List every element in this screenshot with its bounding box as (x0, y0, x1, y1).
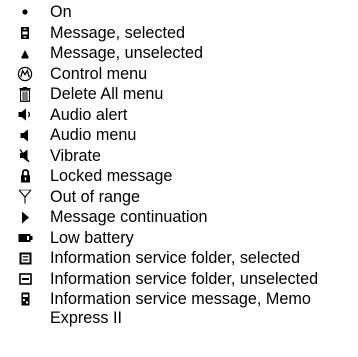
legend-row-low-battery: Low battery (0, 228, 358, 249)
legend-label: Control menu (50, 64, 148, 83)
legend-row-locked-message: Locked message (0, 166, 358, 187)
legend-label: Information service message, Memo Expres… (50, 290, 311, 327)
antenna-icon (0, 187, 50, 207)
legend-label: Message continuation (50, 208, 208, 226)
legend-row-out-of-range: Out of range (0, 187, 358, 208)
message-unselected-icon (0, 43, 50, 63)
speaker-muted-icon (0, 146, 50, 166)
legend-label: Vibrate (50, 146, 101, 165)
dot-icon (0, 2, 50, 22)
legend-label: Information service folder, unselected (50, 269, 319, 288)
speaker-sound-icon (0, 105, 50, 125)
legend-row-message-selected: Message, selected (0, 23, 358, 44)
legend-row-audio-alert: Audio alert (0, 105, 358, 126)
legend-row-folder-unselected: Information service folder, unselected (0, 269, 358, 290)
legend-row-memo-express: Information service message, Memo Expres… (0, 289, 358, 329)
legend-row-control-menu: Control menu (0, 64, 358, 85)
message-selected-icon (0, 23, 50, 43)
legend-label: Message, selected (50, 23, 185, 42)
battery-icon (0, 228, 50, 248)
legend-label: Low battery (50, 228, 134, 247)
trash-can-icon (0, 84, 50, 104)
legend-label: Locked message (50, 167, 173, 185)
folder-unselected-icon (0, 269, 50, 289)
legend-label: On (50, 3, 72, 21)
legend-row-message-continuation: Message continuation (0, 207, 358, 228)
legend-row-message-unselected: Message, unselected (0, 43, 358, 64)
memo-express-icon (0, 289, 50, 309)
legend-label: Audio menu (50, 126, 137, 144)
padlock-icon (0, 166, 50, 186)
legend-row-delete-all-menu: Delete All menu (0, 84, 358, 105)
speaker-icon (0, 125, 50, 145)
legend-row-on: On (0, 2, 358, 23)
legend-label: Information service folder, selected (50, 249, 301, 267)
legend-row-audio-menu: Audio menu (0, 125, 358, 146)
legend-label: Audio alert (50, 105, 128, 124)
legend-label: Delete All menu (50, 85, 164, 103)
motorola-logo-icon (0, 64, 50, 84)
legend-row-vibrate: Vibrate (0, 146, 358, 167)
legend-label: Message, unselected (50, 44, 203, 62)
folder-selected-icon (0, 248, 50, 268)
legend-label: Out of range (50, 187, 140, 206)
legend-row-folder-selected: Information service folder, selected (0, 248, 358, 269)
right-triangle-icon (0, 207, 50, 227)
icon-legend: On Message, selected Message, unselected (0, 2, 358, 329)
